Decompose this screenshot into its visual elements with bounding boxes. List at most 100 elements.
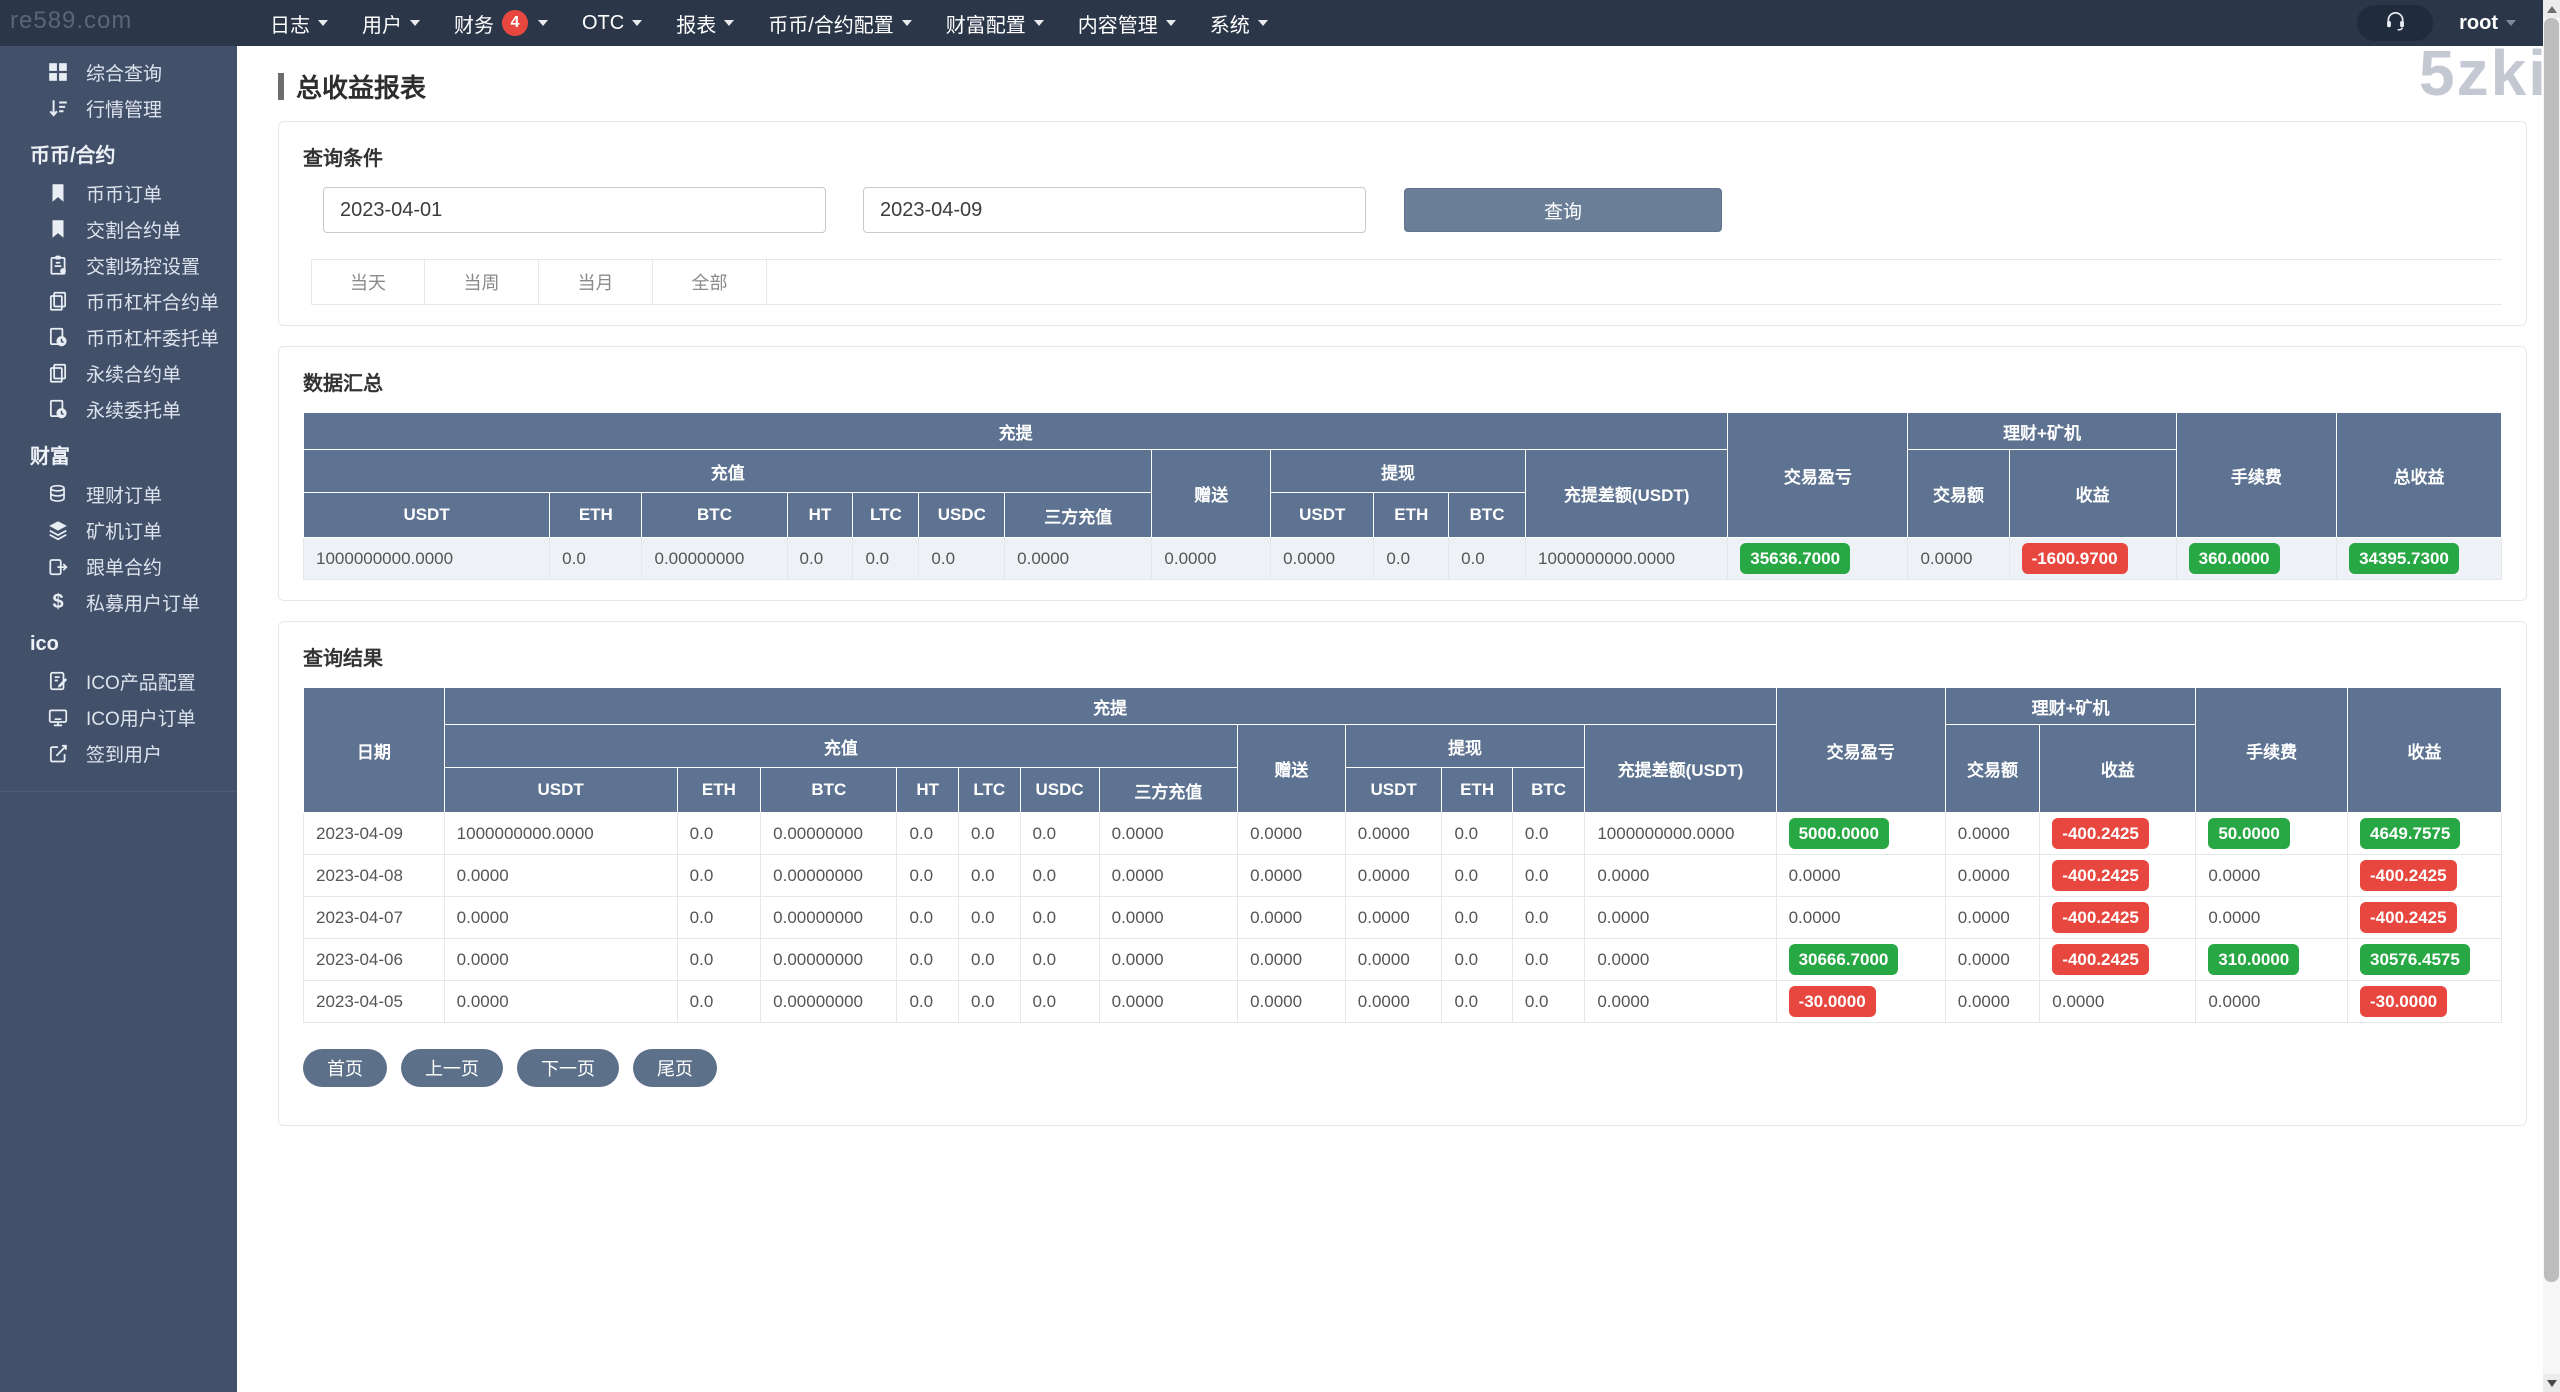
quick-filter-3[interactable]: 当月 bbox=[539, 260, 653, 304]
table-cell: 0.00000000 bbox=[761, 855, 897, 897]
query-form-row: 查询 bbox=[323, 187, 2502, 233]
table-cell: 0.0 bbox=[958, 813, 1020, 855]
sidebar-item-label: ICO产品配置 bbox=[86, 668, 196, 695]
search-button[interactable]: 查询 bbox=[1404, 188, 1722, 232]
summary-table: 充提 交易盈亏 理财+矿机 手续费 总收益 充值 赠送 提现 充提差额(USDT… bbox=[303, 412, 2502, 580]
chevron-down-icon bbox=[1258, 20, 1268, 26]
table-cell: 0.0000 bbox=[1099, 813, 1237, 855]
table-cell: 0.0 bbox=[1512, 813, 1585, 855]
table-cell: 0.0 bbox=[1512, 897, 1585, 939]
table-cell: 0.0 bbox=[1512, 981, 1585, 1023]
table-cell: 0.0000 bbox=[1271, 538, 1374, 580]
date-from-input[interactable] bbox=[323, 187, 826, 233]
sidebar-item-15[interactable]: $私募用户订单 bbox=[0, 584, 237, 620]
date-to-input[interactable] bbox=[863, 187, 1366, 233]
value-badge-green: 5000.0000 bbox=[1789, 818, 1889, 849]
scroll-down-button[interactable] bbox=[2543, 1374, 2560, 1392]
table-cell: 2023-04-08 bbox=[304, 855, 445, 897]
table-cell: 0.0 bbox=[897, 855, 959, 897]
quick-filter-1[interactable]: 当天 bbox=[311, 260, 425, 304]
table-cell: -1600.9700 bbox=[2009, 538, 2176, 580]
prev-page-button[interactable]: 上一页 bbox=[401, 1049, 503, 1087]
sidebar-item-18[interactable]: ICO用户订单 bbox=[0, 699, 237, 735]
sidebar-item-12[interactable]: 理财订单 bbox=[0, 476, 237, 512]
header-profit: 收益 bbox=[2040, 725, 2196, 813]
sidebar-section-16: ico bbox=[0, 620, 237, 663]
table-cell: 0.0 bbox=[897, 897, 959, 939]
nav-item-9[interactable]: 系统 bbox=[1193, 0, 1285, 46]
header-tixian: 提现 bbox=[1345, 725, 1585, 768]
table-cell: 5000.0000 bbox=[1776, 813, 1945, 855]
table-cell: 0.0 bbox=[1442, 813, 1512, 855]
nav-item-4[interactable]: OTC bbox=[565, 0, 659, 46]
page-title-row: 总收益报表 bbox=[278, 68, 2527, 105]
sidebar-item-1[interactable]: 综合查询 bbox=[0, 54, 237, 90]
table-cell: 0.0000 bbox=[1585, 939, 1776, 981]
chevron-down-icon bbox=[538, 20, 548, 26]
page-title: 总收益报表 bbox=[296, 68, 426, 105]
query-panel: 查询条件 查询 当天当周当月全部 bbox=[278, 121, 2527, 326]
table-cell: 0.0 bbox=[958, 897, 1020, 939]
table-cell: 2023-04-09 bbox=[304, 813, 445, 855]
user-menu[interactable]: root bbox=[2459, 12, 2516, 35]
value-badge-green: 4649.7575 bbox=[2360, 818, 2460, 849]
nav-item-label: 日志 bbox=[270, 9, 310, 38]
sidebar-item-5[interactable]: 交割合约单 bbox=[0, 211, 237, 247]
header-coin: LTC bbox=[853, 493, 919, 538]
sidebar-item-9[interactable]: 永续合约单 bbox=[0, 355, 237, 391]
table-cell: 0.0000 bbox=[444, 981, 677, 1023]
nav-item-5[interactable]: 报表 bbox=[659, 0, 751, 46]
nav-item-2[interactable]: 用户 bbox=[345, 0, 437, 46]
sidebar-item-8[interactable]: 币币杠杆委托单 bbox=[0, 319, 237, 355]
table-cell: 0.0000 bbox=[2196, 855, 2348, 897]
copy-icon bbox=[46, 361, 70, 385]
nav-item-label: 财富配置 bbox=[946, 9, 1026, 38]
table-cell: 0.0000 bbox=[2196, 981, 2348, 1023]
table-cell: 0.0000 bbox=[444, 939, 677, 981]
table-cell: 0.0000 bbox=[1585, 981, 1776, 1023]
quick-filter-4[interactable]: 全部 bbox=[653, 260, 767, 304]
value-badge-red: -400.2425 bbox=[2052, 902, 2149, 933]
header-coin: USDC bbox=[1020, 768, 1099, 813]
share-icon bbox=[46, 554, 70, 578]
scrollbar-thumb[interactable] bbox=[2544, 18, 2559, 1282]
quick-filter-2[interactable]: 当周 bbox=[425, 260, 539, 304]
nav-item-8[interactable]: 内容管理 bbox=[1061, 0, 1193, 46]
table-cell: 35636.7000 bbox=[1728, 538, 1908, 580]
results-table: 日期 充提 交易盈亏 理财+矿机 手续费 收益 充值 赠送 提现 充提差额(US… bbox=[303, 687, 2502, 1023]
scroll-up-button[interactable] bbox=[2543, 0, 2560, 18]
sidebar-item-14[interactable]: 跟单合约 bbox=[0, 548, 237, 584]
nav-item-3[interactable]: 财务4 bbox=[437, 0, 565, 46]
first-page-button[interactable]: 首页 bbox=[303, 1049, 387, 1087]
table-cell: 0.0000 bbox=[1945, 939, 2040, 981]
sidebar-item-4[interactable]: 币币订单 bbox=[0, 175, 237, 211]
table-cell: 0.0 bbox=[897, 813, 959, 855]
pagination: 首页 上一页 下一页 尾页 bbox=[303, 1049, 2502, 1087]
sort-icon bbox=[46, 96, 70, 120]
value-badge-red: -30.0000 bbox=[2360, 986, 2447, 1017]
next-page-button[interactable]: 下一页 bbox=[517, 1049, 619, 1087]
monitor-icon bbox=[46, 705, 70, 729]
watermark-5zki: 5zki bbox=[2419, 36, 2548, 110]
table-cell: 0.0 bbox=[1442, 897, 1512, 939]
bookmark-icon bbox=[46, 181, 70, 205]
sidebar-item-7[interactable]: 币币杠杆合约单 bbox=[0, 283, 237, 319]
table-cell: 0.0 bbox=[958, 939, 1020, 981]
nav-item-1[interactable]: 日志 bbox=[253, 0, 345, 46]
header-coin: ETH bbox=[550, 493, 642, 538]
nav-item-6[interactable]: 币币/合约配置 bbox=[751, 0, 929, 46]
nav-item-7[interactable]: 财富配置 bbox=[929, 0, 1061, 46]
sidebar-item-17[interactable]: ICO产品配置 bbox=[0, 663, 237, 699]
sidebar-item-6[interactable]: 交割场控设置 bbox=[0, 247, 237, 283]
nav-item-label: 内容管理 bbox=[1078, 9, 1158, 38]
header-coin: BTC bbox=[761, 768, 897, 813]
table-cell: 0.0 bbox=[1020, 855, 1099, 897]
table-cell: 0.0 bbox=[787, 538, 853, 580]
table-row: 2023-04-050.00000.00.000000000.00.00.00.… bbox=[304, 981, 2502, 1023]
sidebar-item-10[interactable]: 永续委托单 bbox=[0, 391, 237, 427]
title-accent-bar bbox=[278, 73, 284, 100]
sidebar-item-19[interactable]: 签到用户 bbox=[0, 735, 237, 771]
last-page-button[interactable]: 尾页 bbox=[633, 1049, 717, 1087]
sidebar-item-2[interactable]: 行情管理 bbox=[0, 90, 237, 126]
sidebar-item-13[interactable]: 矿机订单 bbox=[0, 512, 237, 548]
